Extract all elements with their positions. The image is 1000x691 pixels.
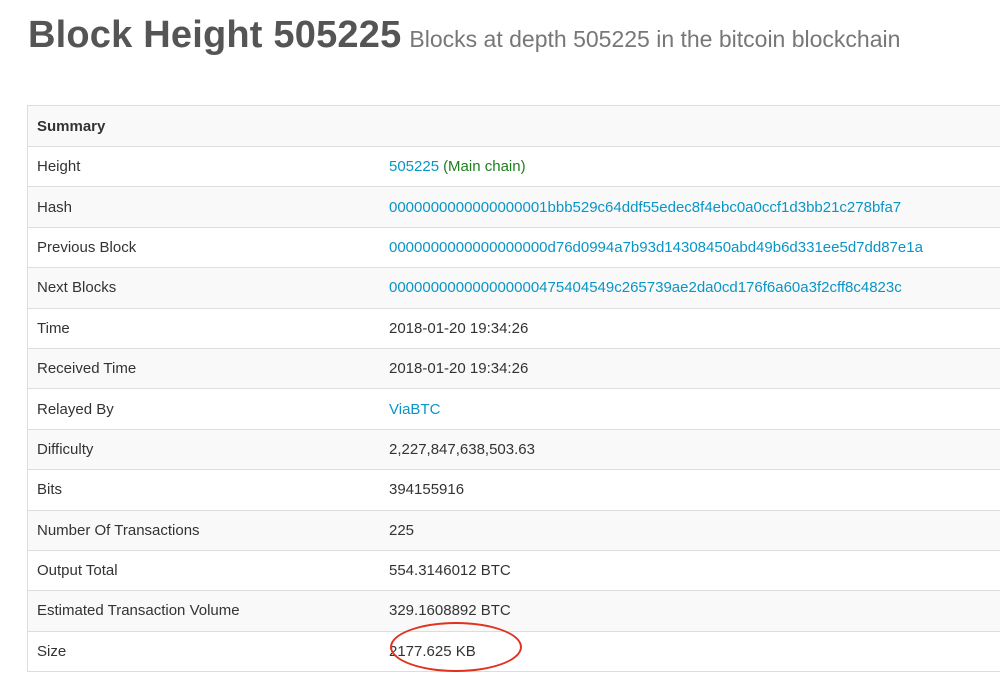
size-value: 2177.625 KB [389,642,476,660]
table-row-relayed-by: Relayed By ViaBTC [28,389,1000,430]
table-row-difficulty: Difficulty 2,227,847,638,503.63 [28,429,1000,471]
hash-link[interactable]: 0000000000000000001bbb529c64ddf55edec8f4… [389,199,901,216]
row-label: Next Blocks [37,279,117,297]
row-value: 2018-01-20 19:34:26 [389,319,529,337]
row-label: Hash [37,198,73,216]
page-heading: Block Height 505225 Blocks at depth 50522… [28,14,900,57]
row-label: Estimated Transaction Volume [37,602,240,620]
row-label: Relayed By [37,400,114,418]
row-label: Previous Block [37,238,137,256]
summary-header-row: Summary [28,106,1000,147]
row-value: 329.1608892 BTC [389,602,511,620]
row-label: Size [37,642,67,660]
table-row-output-total: Output Total 554.3146012 BTC [28,550,1000,592]
height-link[interactable]: 505225 [389,158,439,175]
row-label: Received Time [37,360,137,378]
block-page: Block Height 505225 Blocks at depth 50522… [0,0,1000,691]
relayed-by-link[interactable]: ViaBTC [389,401,440,418]
main-chain-label: (Main chain) [443,158,526,176]
row-label: Output Total [37,562,118,580]
page-title: Block Height 505225 [28,14,402,56]
row-value: 554.3146012 BTC [389,562,511,580]
row-label: Difficulty [37,440,94,458]
table-row-time: Time 2018-01-20 19:34:26 [28,308,1000,349]
row-value: 394155916 [389,481,465,499]
table-row-previous-block: Previous Block 0000000000000000000d76d09… [28,227,1000,269]
row-value: 225 [389,521,415,539]
row-label: Time [37,319,70,337]
summary-table: Summary Height 505225 (Main chain) Hash 0… [27,105,1000,673]
previous-block-link[interactable]: 0000000000000000000d76d0994a7b93d1430845… [389,239,923,256]
row-value: 505225 (Main chain) [389,158,526,175]
table-row-size: Size 2177.625 KB [28,622,1000,673]
row-label: Number Of Transactions [37,521,200,539]
table-row-estimated-volume: Estimated Transaction Volume 329.1608892… [28,591,1000,632]
row-label: Height [37,158,81,176]
table-row-bits: Bits 394155916 [28,470,1000,511]
row-value: 2,227,847,638,503.63 [389,440,535,458]
summary-heading: Summary [37,117,106,135]
page-subtitle: Blocks at depth 505225 in the bitcoin bl… [409,26,901,52]
table-row-height: Height 505225 (Main chain) [28,147,1000,188]
table-row-received-time: Received Time 2018-01-20 19:34:26 [28,348,1000,390]
table-row-number-of-transactions: Number Of Transactions 225 [28,510,1000,551]
table-row-next-blocks: Next Blocks 000000000000000000475404549c… [28,268,1000,309]
row-value: 2018-01-20 19:34:26 [389,360,529,378]
next-block-link[interactable]: 000000000000000000475404549c265739ae2da0… [389,279,902,296]
row-label: Bits [37,481,63,499]
table-row-hash: Hash 0000000000000000001bbb529c64ddf55ed… [28,187,1000,228]
